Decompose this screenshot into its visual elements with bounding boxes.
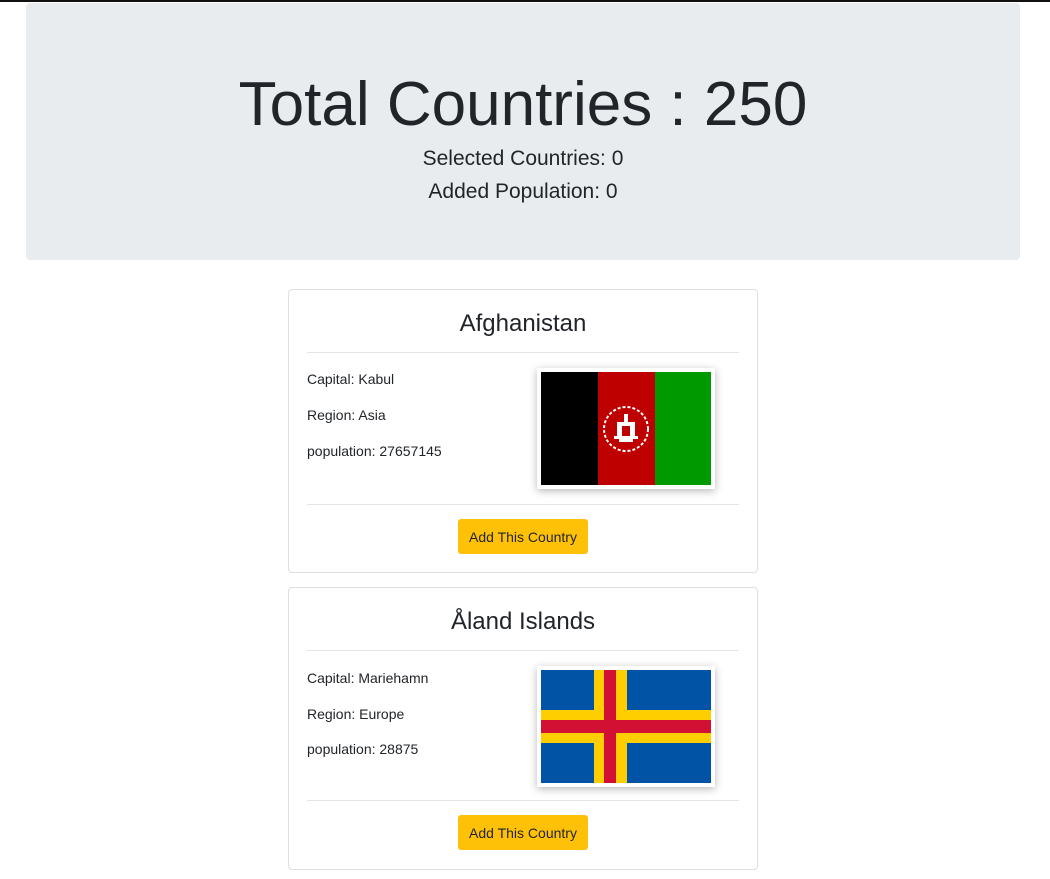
add-country-button[interactable]: Add This Country <box>458 519 588 554</box>
country-population: population: 27657145 <box>307 443 442 459</box>
aland-flag-icon <box>541 670 711 783</box>
added-population-count: Added Population: 0 <box>428 180 618 203</box>
country-capital: Capital: Mariehamn <box>307 670 429 686</box>
add-country-button[interactable]: Add This Country <box>458 815 588 850</box>
country-card-afghanistan: Afghanistan Capital: Kabul Region: Asia … <box>288 289 758 573</box>
card-divider <box>307 504 739 505</box>
afghanistan-flag-icon <box>541 372 711 485</box>
country-name: Afghanistan <box>459 310 587 337</box>
country-flag-image <box>537 666 715 787</box>
country-population: population: 28875 <box>307 741 419 757</box>
country-region: Region: Europe <box>307 706 405 722</box>
card-divider <box>307 800 739 801</box>
card-divider <box>307 352 739 353</box>
country-card-aland-islands: Åland Islands Capital: Mariehamn Region:… <box>288 587 758 870</box>
country-name: Åland Islands <box>450 608 596 635</box>
summary-banner: Total Countries : 250 Selected Countries… <box>26 3 1020 260</box>
country-flag-image <box>537 368 715 489</box>
card-divider <box>307 650 739 651</box>
selected-countries-count: Selected Countries: 0 <box>422 147 624 170</box>
country-capital: Capital: Kabul <box>307 371 395 387</box>
top-border <box>0 0 1050 2</box>
country-region: Region: Asia <box>307 407 386 423</box>
total-countries-heading: Total Countries : 250 <box>238 70 808 139</box>
